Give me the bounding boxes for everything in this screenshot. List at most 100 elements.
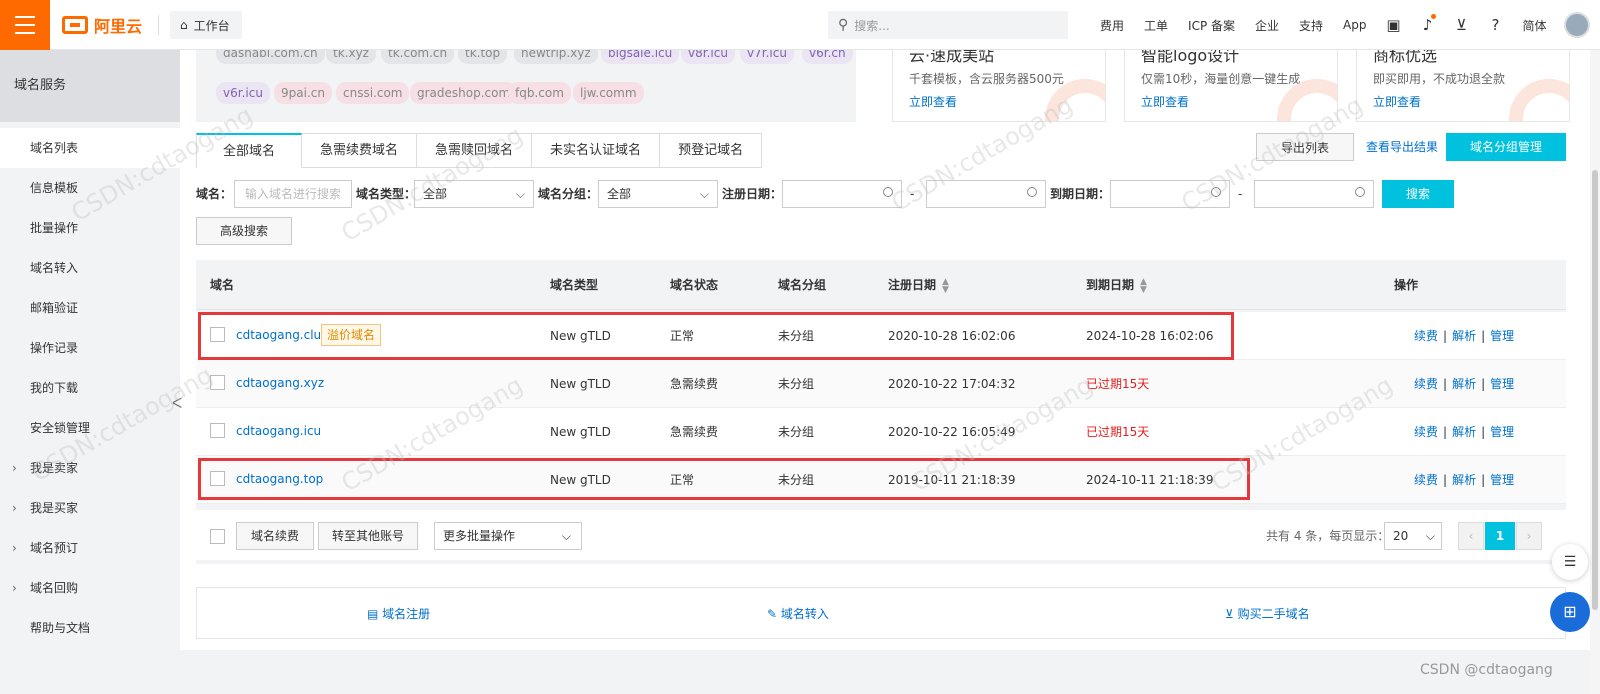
export-list-button[interactable]: 导出列表 [1256, 133, 1354, 161]
sidebar-item-buyer[interactable]: › 我是买家 [0, 488, 180, 528]
manage-link[interactable]: 管理 [1490, 425, 1514, 439]
sidebar-item-help-docs[interactable]: 帮助与文档 [0, 608, 180, 648]
renew-link[interactable]: 续费 [1414, 473, 1438, 487]
link-enterprise[interactable]: 企业 [1245, 17, 1289, 34]
domain-search-input[interactable]: 输入域名进行搜索 [234, 180, 352, 208]
group-select[interactable]: 全部 ⌵ [598, 180, 718, 208]
batch-renew-button[interactable]: 域名续费 [236, 522, 314, 550]
sidebar-item-batch-ops[interactable]: 批量操作 [0, 208, 180, 248]
sidebar-item-domain-list[interactable]: 域名列表 [0, 128, 180, 168]
domain-tag[interactable]: 9pai.cn [274, 82, 332, 104]
select-all-checkbox[interactable] [210, 529, 225, 544]
manage-link[interactable]: 管理 [1490, 377, 1514, 391]
global-search-input[interactable]: ⚲ 搜索... [828, 11, 1068, 39]
type-filter-label: 域名类型： [356, 187, 417, 201]
domain-tag[interactable]: ljw.comm [573, 82, 644, 104]
row-actions: 续费 | 解析 | 管理 [1414, 456, 1514, 504]
bell-icon[interactable]: ♪ [1411, 14, 1445, 34]
type-select[interactable]: 全部 ⌵ [414, 180, 534, 208]
transfer-account-button[interactable]: 转至其他账号 [318, 522, 418, 550]
exp-date-end-input[interactable] [1254, 180, 1374, 208]
scroll-thumb[interactable] [1592, 170, 1598, 610]
row-checkbox[interactable] [210, 423, 225, 438]
help-icon[interactable]: ? [1479, 16, 1513, 34]
reg-date-start-input[interactable] [782, 180, 902, 208]
domain-tag[interactable]: v6r.icu [216, 82, 270, 104]
tab-redeem-urgent[interactable]: 急需赎回域名 [417, 133, 533, 168]
hamburger-menu-icon[interactable] [0, 0, 50, 50]
link-tickets[interactable]: 工单 [1134, 17, 1178, 34]
group-manage-button[interactable]: 域名分组管理 [1446, 133, 1566, 161]
renew-link[interactable]: 续费 [1414, 377, 1438, 391]
search-button[interactable]: 搜索 [1382, 180, 1454, 208]
more-batch-select[interactable]: 更多批量操作 ⌵ [434, 522, 582, 550]
domain-tag[interactable]: bigsale.icu [601, 50, 680, 64]
register-link[interactable]: ▤ 域名注册 [367, 588, 430, 640]
domain-tag[interactable]: tk.top [458, 50, 508, 64]
row-checkbox[interactable] [210, 375, 225, 390]
page-1-button[interactable]: 1 [1485, 522, 1515, 550]
domain-tag[interactable]: v7r.icu [740, 50, 794, 64]
sidebar-item-buyback[interactable]: › 域名回购 [0, 568, 180, 608]
domain-tag[interactable]: fqb.com [508, 82, 571, 104]
dns-link[interactable]: 解析 [1452, 425, 1476, 439]
language-switch[interactable]: 简体 [1513, 17, 1557, 34]
domain-tag[interactable]: newtrip.xyz [514, 50, 598, 64]
domain-tag[interactable]: dashabi.com.cn [216, 50, 325, 64]
sort-icon: ▲ ▼ [942, 276, 949, 295]
link-billing[interactable]: 费用 [1090, 17, 1134, 34]
tab-unverified[interactable]: 未实名认证域名 [532, 133, 661, 168]
manage-link[interactable]: 管理 [1490, 473, 1514, 487]
dns-link[interactable]: 解析 [1452, 473, 1476, 487]
sidebar-item-info-template[interactable]: 信息模板 [0, 168, 180, 208]
prev-page-button[interactable]: ‹ [1458, 522, 1484, 550]
sidebar-item-op-records[interactable]: 操作记录 [0, 328, 180, 368]
reg-date-end-input[interactable] [926, 180, 1046, 208]
link-app[interactable]: App [1333, 18, 1376, 32]
renew-link[interactable]: 续费 [1414, 425, 1438, 439]
avatar[interactable] [1564, 12, 1590, 38]
col-exp-date[interactable]: 到期日期 ▲ ▼ [1086, 260, 1147, 310]
domain-link[interactable]: cdtaogang.xyz [236, 360, 324, 406]
apps-icon[interactable]: ⊞ [1550, 592, 1590, 632]
sidebar-item-seller[interactable]: › 我是卖家 [0, 448, 180, 488]
sidebar-item-email-verify[interactable]: 邮箱验证 [0, 288, 180, 328]
tab-renew-urgent[interactable]: 急需续费域名 [302, 133, 418, 168]
export-result-link[interactable]: 查看导出结果 [1366, 138, 1438, 155]
tab-all-domains[interactable]: 全部域名 [196, 133, 303, 168]
next-page-button[interactable]: › [1516, 522, 1542, 550]
renew-link[interactable]: 续费 [1414, 329, 1438, 343]
dns-link[interactable]: 解析 [1452, 329, 1476, 343]
domain-tag[interactable]: cnssi.com [336, 82, 410, 104]
link-support[interactable]: 支持 [1289, 17, 1333, 34]
domain-tag[interactable]: gradeshop.com [410, 82, 518, 104]
domain-tag[interactable]: v8r.icu [681, 50, 735, 64]
manage-link[interactable]: 管理 [1490, 329, 1514, 343]
terminal-icon[interactable]: ▣ [1377, 16, 1411, 34]
transfer-in-link[interactable]: ✎ 域名转入 [767, 588, 829, 640]
buy-second-hand-link[interactable]: ⊻ 购买二手域名 [1225, 588, 1310, 640]
page-size-select[interactable]: 20 ⌵ [1384, 522, 1442, 550]
dns-link[interactable]: 解析 [1452, 377, 1476, 391]
register-icon: ▤ [367, 607, 383, 621]
cart-icon[interactable]: ⊻ [1445, 16, 1479, 34]
domain-link[interactable]: cdtaogang.icu [236, 408, 321, 454]
scrollbar[interactable] [1590, 50, 1600, 694]
tab-preregistered[interactable]: 预登记域名 [660, 133, 763, 168]
domain-tag[interactable]: v6r.cn [802, 50, 853, 64]
workbench-button[interactable]: ⌂ 工作台 [170, 11, 242, 39]
clock-icon [883, 187, 893, 197]
aliyun-logo[interactable]: 阿里云 [62, 13, 142, 37]
sidebar-item-downloads[interactable]: 我的下载 [0, 368, 180, 408]
link-icp[interactable]: ICP 备案 [1178, 17, 1245, 34]
domain-tag[interactable]: tk.xyz [326, 50, 376, 64]
chat-icon[interactable]: ☰ [1552, 544, 1588, 580]
advanced-search-button[interactable]: 高级搜索 [196, 217, 292, 245]
col-reg-date[interactable]: 注册日期 ▲ ▼ [888, 260, 949, 310]
exp-date-start-input[interactable] [1110, 180, 1230, 208]
domain-tag[interactable]: tk.com.cn [381, 50, 455, 64]
sidebar-item-transfer-in[interactable]: 域名转入 [0, 248, 180, 288]
sidebar-item-preorder[interactable]: › 域名预订 [0, 528, 180, 568]
sidebar-item-security-lock[interactable]: 安全锁管理 [0, 408, 180, 448]
col-reg-date-label: 注册日期 [888, 278, 937, 292]
